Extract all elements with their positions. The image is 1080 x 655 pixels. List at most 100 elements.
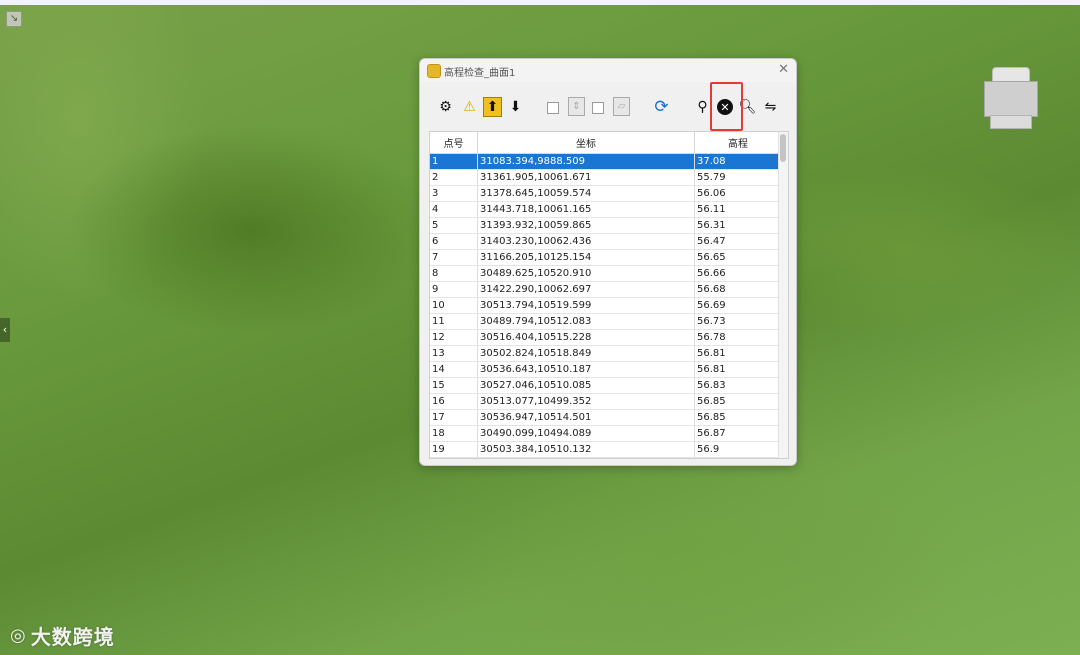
cell-point-no: 17 [430, 409, 478, 426]
arrow-up-icon[interactable]: ⬆ [483, 97, 502, 117]
cell-coordinates: 30536.643,10510.187 [477, 361, 695, 378]
cell-elevation: 56.66 [694, 265, 782, 282]
cell-coordinates: 31393.932,10059.865 [477, 217, 695, 234]
cell-point-no: 20 [430, 457, 478, 458]
cell-elevation: 56.83 [694, 377, 782, 394]
cell-elevation: 56.06 [694, 185, 782, 202]
header-coordinates[interactable]: 坐标 [477, 132, 695, 154]
arrow-down-icon[interactable]: ⬇ [506, 97, 525, 117]
navigation-cube[interactable] [984, 67, 1038, 129]
cell-coordinates: 30513.077,10499.352 [477, 393, 695, 410]
cell-elevation: 55.79 [694, 169, 782, 186]
cell-elevation: 56.78 [694, 329, 782, 346]
cell-elevation: 56.65 [694, 249, 782, 266]
cell-elevation: 56.9 [694, 441, 782, 458]
side-panel-toggle-icon[interactable]: ‹ [0, 318, 10, 342]
warning-icon[interactable]: ⚠ [460, 97, 479, 117]
table-row[interactable]: 2 31361.905,10061.671 55.79 [430, 169, 782, 186]
table-row[interactable]: 9 31422.290,10062.697 56.68 [430, 281, 782, 298]
table-row[interactable]: 11 30489.794,10512.083 56.73 [430, 313, 782, 330]
cell-elevation: 56.87 [694, 425, 782, 442]
cell-elevation: 56.85 [694, 409, 782, 426]
cell-coordinates: 30516.404,10515.228 [477, 329, 695, 346]
cell-elevation: 56.81 [694, 361, 782, 378]
cell-point-no: 6 [430, 233, 478, 250]
table-row[interactable]: 5 31393.932,10059.865 56.31 [430, 217, 782, 234]
table-row[interactable]: 8 30489.625,10520.910 56.66 [430, 265, 782, 282]
cell-point-no: 1 [430, 153, 478, 170]
table-row[interactable]: 10 30513.794,10519.599 56.69 [430, 297, 782, 314]
table-row[interactable]: 15 30527.046,10510.085 56.83 [430, 377, 782, 394]
cell-point-no: 5 [430, 217, 478, 234]
table-row[interactable]: 3 31378.645,10059.574 56.06 [430, 185, 782, 202]
header-elevation[interactable]: 高程 [694, 132, 782, 154]
cell-point-no: 11 [430, 313, 478, 330]
table-row[interactable]: 17 30536.947,10514.501 56.85 [430, 409, 782, 426]
dialog-titlebar[interactable]: 高程检查_曲面1 ✕ [420, 59, 796, 83]
cell-coordinates: 30490.099,10494.089 [477, 425, 695, 442]
checkbox-1[interactable] [547, 102, 559, 114]
cell-point-no: 2 [430, 169, 478, 186]
cell-point-no: 10 [430, 297, 478, 314]
navcube-base [990, 115, 1032, 129]
scrollbar-thumb[interactable] [780, 134, 786, 162]
cell-point-no: 8 [430, 265, 478, 282]
cell-elevation: 56.68 [694, 281, 782, 298]
table-row[interactable]: 1 31083.394,9888.509 37.08 [430, 153, 782, 170]
cell-elevation: 56.85 [694, 393, 782, 410]
cell-coordinates: 30503.384,10510.132 [477, 441, 695, 458]
refresh-icon[interactable]: ⟳ [652, 97, 671, 117]
cell-point-no: 15 [430, 377, 478, 394]
cell-coordinates: 30489.794,10512.083 [477, 313, 695, 330]
cell-point-no: 13 [430, 345, 478, 362]
table-row[interactable]: 19 30503.384,10510.132 56.9 [430, 441, 782, 458]
header-point-no[interactable]: 点号 [430, 132, 478, 154]
navcube-front[interactable] [984, 81, 1038, 117]
table-row[interactable]: 4 31443.718,10061.165 56.11 [430, 201, 782, 218]
cell-coordinates: 31403.230,10062.436 [477, 233, 695, 250]
cell-coordinates: 30489.625,10520.910 [477, 265, 695, 282]
cell-point-no: 3 [430, 185, 478, 202]
cell-point-no: 14 [430, 361, 478, 378]
disabled-sort-icon: ⇕ [568, 97, 585, 116]
cell-coordinates: 31083.394,9888.509 [477, 153, 695, 170]
table-row[interactable]: 16 30513.077,10499.352 56.85 [430, 393, 782, 410]
cell-coordinates: 30513.794,10519.599 [477, 297, 695, 314]
disabled-edit-icon: ▱ [613, 97, 630, 116]
cell-point-no: 19 [430, 441, 478, 458]
cell-coordinates: 31443.718,10061.165 [477, 201, 695, 218]
cell-point-no: 4 [430, 201, 478, 218]
cell-elevation: 56.81 [694, 345, 782, 362]
cell-point-no: 16 [430, 393, 478, 410]
app-icon [427, 64, 441, 78]
cell-elevation [694, 457, 782, 458]
cell-point-no: 9 [430, 281, 478, 298]
elevation-check-dialog: 高程检查_曲面1 ✕ ⚙ ⚠ ⬆ ⬇ ⇕ ▱ ⟳ ⚲ ✕ 🔍︎ ⇋ 点号 坐标 … [419, 58, 797, 466]
table-row[interactable]: 14 30536.643,10510.187 56.81 [430, 361, 782, 378]
swap-icon[interactable]: ⇋ [761, 97, 780, 117]
watermark: ◎ 大数跨境 [10, 620, 115, 650]
cell-coordinates: 31361.905,10061.671 [477, 169, 695, 186]
table-row[interactable]: 12 30516.404,10515.228 56.78 [430, 329, 782, 346]
cell-coordinates: 31422.290,10062.697 [477, 281, 695, 298]
cell-coordinates: 30536.947,10514.501 [477, 409, 695, 426]
top-strip [0, 0, 1080, 5]
cell-elevation: 37.08 [694, 153, 782, 170]
highlight-box [710, 82, 743, 131]
cell-elevation: 56.47 [694, 233, 782, 250]
cell-point-no: 12 [430, 329, 478, 346]
table-row[interactable]: 7 31166.205,10125.154 56.65 [430, 249, 782, 266]
toolbar: ⚙ ⚠ ⬆ ⬇ ⇕ ▱ ⟳ ⚲ ✕ 🔍︎ ⇋ [420, 82, 796, 131]
table-row[interactable]: 18 30490.099,10494.089 56.87 [430, 425, 782, 442]
close-icon[interactable]: ✕ [778, 62, 789, 78]
gear-icon[interactable]: ⚙ [436, 97, 455, 117]
table-header-row: 点号 坐标 高程 [430, 132, 782, 154]
cell-elevation: 56.73 [694, 313, 782, 330]
expand-corner-icon[interactable]: ↘ [6, 11, 22, 27]
vertical-scrollbar[interactable] [778, 132, 788, 458]
table-row[interactable]: 6 31403.230,10062.436 56.47 [430, 233, 782, 250]
checkbox-2[interactable] [592, 102, 604, 114]
table-row[interactable]: 13 30502.824,10518.849 56.81 [430, 345, 782, 362]
cell-elevation: 56.69 [694, 297, 782, 314]
table-row[interactable]: 20 [430, 457, 782, 458]
